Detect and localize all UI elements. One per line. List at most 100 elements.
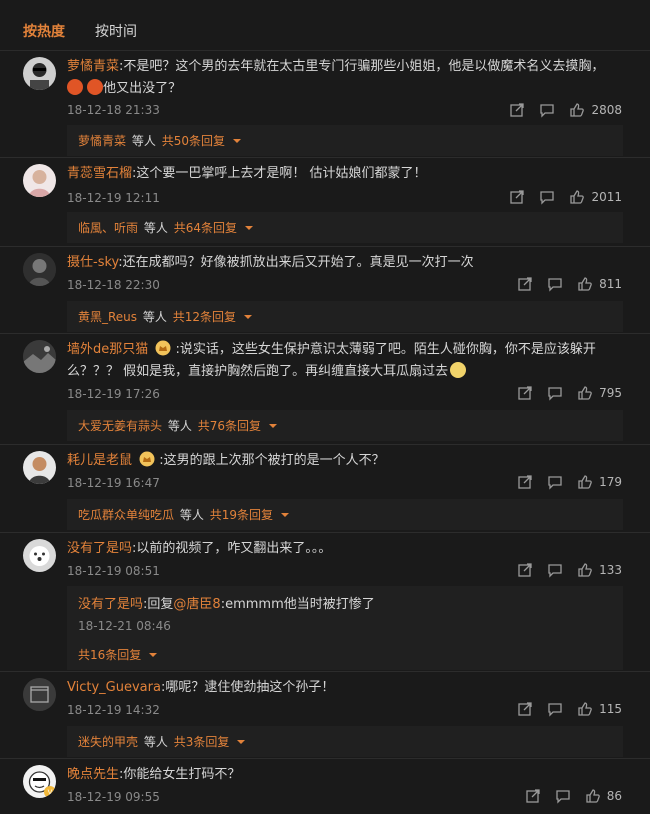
share-icon[interactable]	[517, 701, 533, 717]
chevron-down-icon	[280, 513, 289, 517]
thumbs-up-icon	[578, 386, 592, 400]
like-button[interactable]: 795	[577, 385, 622, 401]
comment-date: 18-12-19 16:47	[67, 476, 160, 490]
reply-users[interactable]: 萝憰青菜	[78, 134, 126, 148]
mention-link[interactable]: @唐臣8	[173, 597, 220, 612]
comment-text-block: 萝憰青菜:不是吧？这个男的去年就在太古里专门行骗那些小姐姐，他是以做魔术名义去摸…	[67, 59, 605, 96]
comment-reply-icon[interactable]	[547, 474, 563, 490]
comment-username[interactable]: 墙外de那只猫	[67, 342, 148, 357]
avatar-glasses-man[interactable]	[23, 57, 56, 90]
tab-sort-by-hot[interactable]: 按热度	[23, 21, 65, 41]
reply-count[interactable]: 共16条回复	[78, 648, 141, 662]
reply-summary[interactable]: 大爱无姜有蒜头 等人 共76条回复	[67, 410, 623, 441]
share-icon[interactable]	[509, 102, 525, 118]
reply-users[interactable]: 吃瓜群众单纯吃瓜	[78, 508, 174, 522]
avatar-landscape[interactable]	[23, 340, 56, 373]
comment-reply-icon[interactable]	[547, 276, 563, 292]
crown-badge-icon	[155, 340, 171, 356]
comment-username[interactable]: 没有了是吗	[67, 541, 132, 556]
thumbs-up-icon	[578, 277, 592, 291]
share-icon[interactable]	[517, 562, 533, 578]
avatar-book[interactable]	[23, 678, 56, 711]
nested-reply-line: 没有了是吗:回复@唐臣8:emmmm他当时被打惨了	[78, 597, 375, 612]
comment-reply-icon[interactable]	[555, 788, 571, 804]
comment-reply-icon[interactable]	[539, 189, 555, 205]
reply-summary[interactable]: 共16条回复	[67, 639, 623, 670]
share-icon[interactable]	[517, 385, 533, 401]
comment-reply-icon[interactable]	[547, 385, 563, 401]
comment-reply-icon[interactable]	[547, 562, 563, 578]
reply-count[interactable]: 共12条回复	[173, 310, 236, 324]
comment-username[interactable]: 晚点先生	[67, 767, 119, 782]
reply-count[interactable]: 共3条回复	[174, 735, 230, 749]
nested-reply-date: 18-12-21 08:46	[78, 619, 171, 633]
like-button[interactable]: 2011	[569, 189, 622, 205]
comment-date: 18-12-19 12:11	[67, 191, 160, 205]
reply-count[interactable]: 共64条回复	[174, 221, 237, 235]
reply-users[interactable]: 黄黑_Reus	[78, 310, 137, 324]
reply-users[interactable]: 迷失的甲壳	[78, 735, 138, 749]
reply-summary[interactable]: 萝憰青菜 等人 共50条回复	[67, 125, 623, 156]
comment-username[interactable]: 摄仕-sky	[67, 255, 118, 270]
comment-actions: 133	[517, 562, 622, 578]
like-button[interactable]: 2808	[569, 102, 622, 118]
nested-reply: 没有了是吗:回复@唐臣8:emmmm他当时被打惨了 18-12-21 08:46	[67, 586, 623, 640]
comment-text: 这个要一巴掌呼上去才是啊！ 估计姑娘们都蒙了！	[136, 166, 427, 181]
comment-text-continued: 他又出没了？	[103, 81, 182, 96]
comment-username[interactable]: 耗儿是老鼠	[67, 453, 132, 468]
like-button[interactable]: 811	[577, 276, 622, 292]
thumbs-up-icon	[578, 702, 592, 716]
share-icon[interactable]	[525, 788, 541, 804]
share-icon[interactable]	[509, 189, 525, 205]
comment-reply-icon[interactable]	[539, 102, 555, 118]
reply-summary[interactable]: 黄黑_Reus 等人 共12条回复	[67, 301, 623, 332]
comment-panel: 按热度 按时间 萝憰青菜:不是吧？这个男的去年就在太古里专门行骗那些小姐姐，他是…	[0, 0, 650, 814]
like-count: 811	[599, 277, 622, 291]
avatar-woman[interactable]	[23, 164, 56, 197]
reply-count[interactable]: 共19条回复	[210, 508, 273, 522]
reply-count[interactable]: 共76条回复	[198, 419, 261, 433]
chevron-down-icon	[268, 424, 277, 428]
comment-list: 萝憰青菜:不是吧？这个男的去年就在太古里专门行骗那些小姐姐，他是以做魔术名义去摸…	[0, 51, 650, 814]
comment-reply-icon[interactable]	[547, 701, 563, 717]
comment-actions: 86	[525, 788, 622, 804]
crown-badge-icon	[139, 451, 155, 467]
share-icon[interactable]	[517, 474, 533, 490]
comment-text-block: 晚点先生:你能给女生打码不？	[67, 767, 241, 782]
avatar-cartoon[interactable]: V	[23, 765, 56, 798]
reply-users[interactable]: 临風、听雨	[78, 221, 138, 235]
like-button[interactable]: 179	[577, 474, 622, 490]
laugh-emoji-icon	[450, 362, 467, 378]
angry-emoji-icon	[87, 79, 104, 95]
sort-tabs: 按热度 按时间	[0, 0, 650, 51]
thumbs-up-icon	[570, 103, 585, 117]
svg-text:V: V	[48, 790, 53, 797]
reply-users[interactable]: 大爱无姜有蒜头	[78, 419, 162, 433]
comment-username[interactable]: 青蕊雪石榴	[67, 166, 132, 181]
reply-summary[interactable]: 临風、听雨 等人 共64条回复	[67, 212, 623, 243]
chevron-down-icon	[232, 139, 241, 143]
share-icon[interactable]	[517, 276, 533, 292]
comment-text-block: Victy_Guevara:哪呢？逮住使劲抽这个孙子！	[67, 680, 335, 695]
reply-mid-text: 等人	[131, 134, 156, 148]
like-button[interactable]: 115	[577, 701, 622, 717]
comment-item: 萝憰青菜:不是吧？这个男的去年就在太古里专门行骗那些小姐姐，他是以做魔术名义去摸…	[0, 51, 650, 158]
comment-item: 摄仕-sky:还在成都吗？好像被抓放出来后又开始了。真是见一次打一次 18-12…	[0, 247, 650, 334]
like-button[interactable]: 86	[585, 788, 622, 804]
like-button[interactable]: 133	[577, 562, 622, 578]
tab-sort-by-time[interactable]: 按时间	[95, 21, 137, 41]
angry-emoji-icon	[67, 79, 83, 95]
comment-text-block: 青蕊雪石榴:这个要一巴掌呼上去才是啊！ 估计姑娘们都蒙了！	[67, 166, 427, 181]
nested-reply-username[interactable]: 没有了是吗	[78, 597, 143, 612]
comment-text: 你能给女生打码不？	[123, 767, 241, 782]
comment-username[interactable]: Victy_Guevara	[67, 680, 161, 695]
avatar-man-dark[interactable]	[23, 253, 56, 286]
avatar-young-man[interactable]	[23, 451, 56, 484]
comment-username[interactable]: 萝憰青菜	[67, 59, 119, 74]
reply-summary[interactable]: 吃瓜群众单纯吃瓜 等人 共19条回复	[67, 499, 623, 530]
reply-count[interactable]: 共50条回复	[162, 134, 225, 148]
avatar-dog[interactable]	[23, 539, 56, 572]
reply-summary[interactable]: 迷失的甲壳 等人 共3条回复	[67, 726, 623, 757]
comment-actions: 179	[517, 474, 622, 490]
comment-text-block: 没有了是吗:以前的视频了，咋又翻出来了。。。	[67, 541, 332, 556]
